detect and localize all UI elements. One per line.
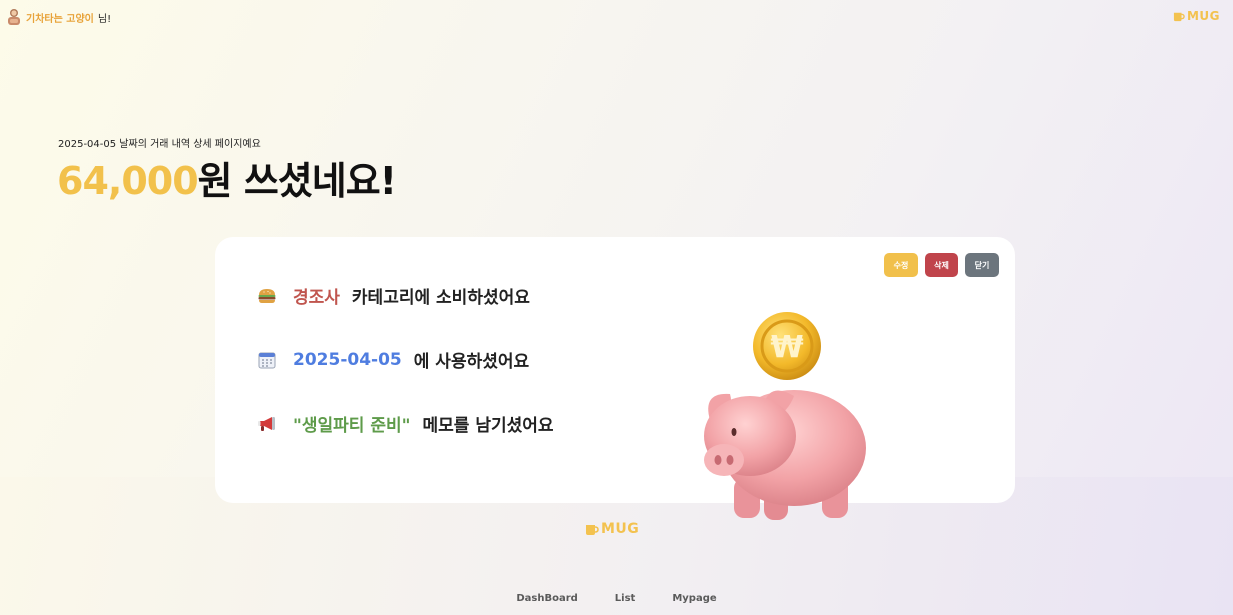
transaction-detail-card: 수정 삭제 닫기 경조사 카테고리에 소비하셨어요 2025-04-05 에 사… bbox=[215, 237, 1015, 503]
category-text: 카테고리에 소비하셨어요 bbox=[351, 288, 530, 308]
footer-nav: DashBoard List Mypage bbox=[0, 593, 1233, 604]
top-logo[interactable]: MUG bbox=[1173, 9, 1220, 23]
category-row: 경조사 카테고리에 소비하셨어요 bbox=[257, 283, 530, 308]
date-row: 2025-04-05 에 사용하셨어요 bbox=[257, 347, 529, 372]
nav-link-mypage[interactable]: Mypage bbox=[672, 593, 716, 604]
user-name: 기차타는 고양이 bbox=[26, 13, 94, 25]
footer-logo[interactable]: MUG bbox=[585, 521, 639, 537]
delete-button[interactable]: 삭제 bbox=[925, 253, 958, 277]
user-suffix: 님! bbox=[97, 13, 112, 25]
megaphone-icon bbox=[257, 415, 277, 433]
date-text: 에 사용하셨어요 bbox=[413, 352, 530, 372]
date-value: 2025-04-05 bbox=[293, 349, 402, 370]
amount-value: 64,000 bbox=[57, 159, 199, 203]
page-subtitle: 2025-04-05 날짜의 거래 내역 상세 페이지예요 bbox=[58, 139, 261, 150]
mug-icon bbox=[586, 524, 599, 535]
mug-icon bbox=[1173, 12, 1185, 21]
footer-logo-text: MUG bbox=[601, 521, 640, 537]
edit-button[interactable]: 수정 bbox=[884, 253, 918, 277]
svg-text:₩: ₩ bbox=[770, 330, 803, 365]
amount-suffix: 원 쓰셨네요! bbox=[197, 159, 397, 203]
category-value: 경조사 bbox=[293, 288, 340, 308]
close-button[interactable]: 닫기 bbox=[965, 253, 999, 277]
avatar bbox=[8, 9, 20, 25]
piggy-bank-illustration: ₩ bbox=[704, 312, 866, 520]
logo-text: MUG bbox=[1186, 9, 1220, 23]
memo-text: 메모를 남기셨어요 bbox=[422, 416, 554, 436]
memo-value: "생일파티 준비" bbox=[293, 416, 411, 436]
coin-icon: ₩ bbox=[753, 312, 821, 380]
page-title: 64,000원 쓰셨네요! bbox=[57, 150, 397, 205]
nav-link-dashboard[interactable]: DashBoard bbox=[516, 593, 577, 604]
hamburger-icon bbox=[257, 287, 277, 305]
user-greeting: 기차타는 고양이 님! bbox=[6, 8, 111, 26]
nav-link-list[interactable]: List bbox=[615, 593, 636, 604]
card-actions: 수정 삭제 닫기 bbox=[884, 253, 999, 277]
calendar-icon bbox=[257, 351, 277, 369]
memo-row: "생일파티 준비" 메모를 남기셨어요 bbox=[257, 411, 554, 436]
